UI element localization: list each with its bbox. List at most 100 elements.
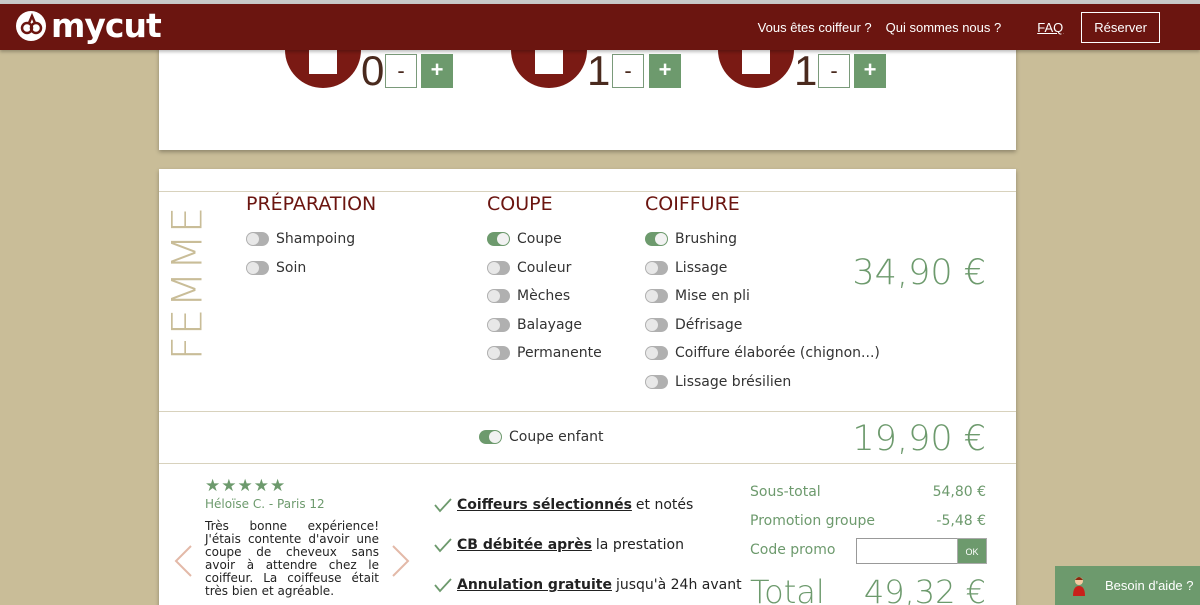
divider <box>159 463 1016 464</box>
decrement-button[interactable]: - <box>385 54 417 88</box>
subtotal-label: Sous-total <box>750 484 821 500</box>
promo-group-value: -5,48 € <box>936 513 986 529</box>
help-label: Besoin d'aide ? <box>1105 578 1194 593</box>
subtotal-value: 54,80 € <box>932 484 986 500</box>
toggle-switch[interactable] <box>487 318 510 332</box>
toggle-switch[interactable] <box>645 261 668 275</box>
option-label: Lissage <box>675 260 728 276</box>
check-icon <box>434 538 452 553</box>
decrement-button[interactable]: - <box>818 54 850 88</box>
option-defrisage[interactable]: Défrisage <box>645 317 742 333</box>
option-brushing[interactable]: Brushing <box>645 231 737 247</box>
option-shampoing[interactable]: Shampoing <box>246 231 355 247</box>
divider <box>159 191 1016 192</box>
feature-item: Annulation gratuite jusqu'à 24h avant <box>433 577 742 593</box>
feature-text: jusqu'à 24h avant <box>615 577 742 593</box>
review-text: Très bonne expérience! J'étais contente … <box>205 519 379 598</box>
increment-button[interactable]: + <box>649 54 681 88</box>
option-label: Mise en pli <box>675 288 750 304</box>
option-label: Couleur <box>517 260 572 276</box>
decrement-button[interactable]: - <box>612 54 644 88</box>
logo-scissors-icon <box>16 11 46 41</box>
femme-price: 34,90 € <box>852 253 986 293</box>
option-coiffure-elaboree[interactable]: Coiffure élaborée (chignon...) <box>645 345 880 361</box>
option-lissage-bresilien[interactable]: Lissage brésilien <box>645 374 791 390</box>
promo-group-label: Promotion groupe <box>750 513 875 529</box>
total-label: Total <box>750 573 825 605</box>
reserve-button[interactable]: Réserver <box>1081 12 1160 43</box>
feature-item: CB débitée après la prestation <box>433 537 684 553</box>
option-label: Mèches <box>517 288 571 304</box>
services-card: FEMME PRÉPARATION Shampoing Soin COUPE C… <box>159 169 1016 605</box>
promo-code-input[interactable] <box>856 538 958 564</box>
feature-text: la prestation <box>595 537 684 553</box>
column-title-preparation: PRÉPARATION <box>246 193 377 215</box>
main-nav: Vous êtes coiffeur ? Qui sommes nous ? F… <box>744 12 1160 43</box>
help-widget[interactable]: Besoin d'aide ? <box>1055 566 1200 605</box>
rating-stars: ★★★★★ <box>205 476 287 495</box>
option-label: Coiffure élaborée (chignon...) <box>675 345 880 361</box>
option-label: Brushing <box>675 231 738 247</box>
feature-text: et notés <box>635 497 694 513</box>
person-count: 0 <box>361 47 385 94</box>
check-icon <box>434 578 452 593</box>
enfant-price: 19,90 € <box>852 419 986 459</box>
column-title-coiffure: COIFFURE <box>645 193 740 215</box>
increment-button[interactable]: + <box>421 54 453 88</box>
nav-hairdresser-link[interactable]: Vous êtes coiffeur ? <box>758 20 872 35</box>
promo-code-label: Code promo <box>750 542 836 558</box>
feature-item: Coiffeurs sélectionnés et notés <box>433 497 693 513</box>
option-coupe[interactable]: Coupe <box>487 231 562 247</box>
option-label: Coupe enfant <box>509 429 604 445</box>
increment-button[interactable]: + <box>854 54 886 88</box>
toggle-switch[interactable] <box>487 232 510 246</box>
femme-section-label: FEMME <box>163 206 212 361</box>
prev-arrow-icon[interactable] <box>173 544 193 578</box>
option-label: Permanente <box>517 345 602 361</box>
nav-faq-link[interactable]: FAQ <box>1037 20 1063 35</box>
toggle-switch[interactable] <box>645 346 668 360</box>
total-value: 49,32 € <box>863 573 986 605</box>
check-icon <box>434 498 452 513</box>
logo-text: mycut <box>51 6 162 45</box>
toggle-switch[interactable] <box>487 289 510 303</box>
next-arrow-icon[interactable] <box>391 544 411 578</box>
option-lissage[interactable]: Lissage <box>645 260 727 276</box>
divider <box>159 411 1016 412</box>
persons-card: 0 - + 1 - + 1 - + <box>159 20 1016 150</box>
feature-highlight[interactable]: CB débitée après <box>457 537 592 553</box>
toggle-switch[interactable] <box>487 346 510 360</box>
toggle-switch[interactable] <box>487 261 510 275</box>
person-count: 1 <box>794 47 818 94</box>
option-balayage[interactable]: Balayage <box>487 317 582 333</box>
toggle-switch[interactable] <box>645 289 668 303</box>
toggle-switch[interactable] <box>246 232 269 246</box>
feature-highlight[interactable]: Annulation gratuite <box>457 577 612 593</box>
femme-label-text: FEMME <box>162 205 212 361</box>
toggle-switch[interactable] <box>479 430 502 444</box>
nav-about-link[interactable]: Qui sommes nous ? <box>886 20 1002 35</box>
option-label: Soin <box>276 260 307 276</box>
feature-highlight[interactable]: Coiffeurs sélectionnés <box>457 497 632 513</box>
option-label: Défrisage <box>675 317 743 333</box>
person-count: 1 <box>587 47 611 94</box>
review-author: Héloïse C. - Paris 12 <box>205 497 325 511</box>
logo[interactable]: mycut <box>16 6 162 45</box>
option-label: Lissage brésilien <box>675 374 792 390</box>
option-couleur[interactable]: Couleur <box>487 260 571 276</box>
option-coupe-enfant[interactable]: Coupe enfant <box>479 429 604 445</box>
toggle-switch[interactable] <box>645 375 668 389</box>
promo-ok-button[interactable]: OK <box>957 538 987 564</box>
site-header: mycut Vous êtes coiffeur ? Qui sommes no… <box>0 4 1200 50</box>
toggle-switch[interactable] <box>645 318 668 332</box>
toggle-switch[interactable] <box>645 232 668 246</box>
option-mise-en-pli[interactable]: Mise en pli <box>645 288 750 304</box>
option-label: Coupe <box>517 231 562 247</box>
option-meches[interactable]: Mèches <box>487 288 570 304</box>
option-soin[interactable]: Soin <box>246 260 306 276</box>
toggle-switch[interactable] <box>246 261 269 275</box>
assistant-avatar-icon <box>1073 576 1085 596</box>
option-permanente[interactable]: Permanente <box>487 345 602 361</box>
column-title-coupe: COUPE <box>487 193 553 215</box>
option-label: Balayage <box>517 317 583 333</box>
